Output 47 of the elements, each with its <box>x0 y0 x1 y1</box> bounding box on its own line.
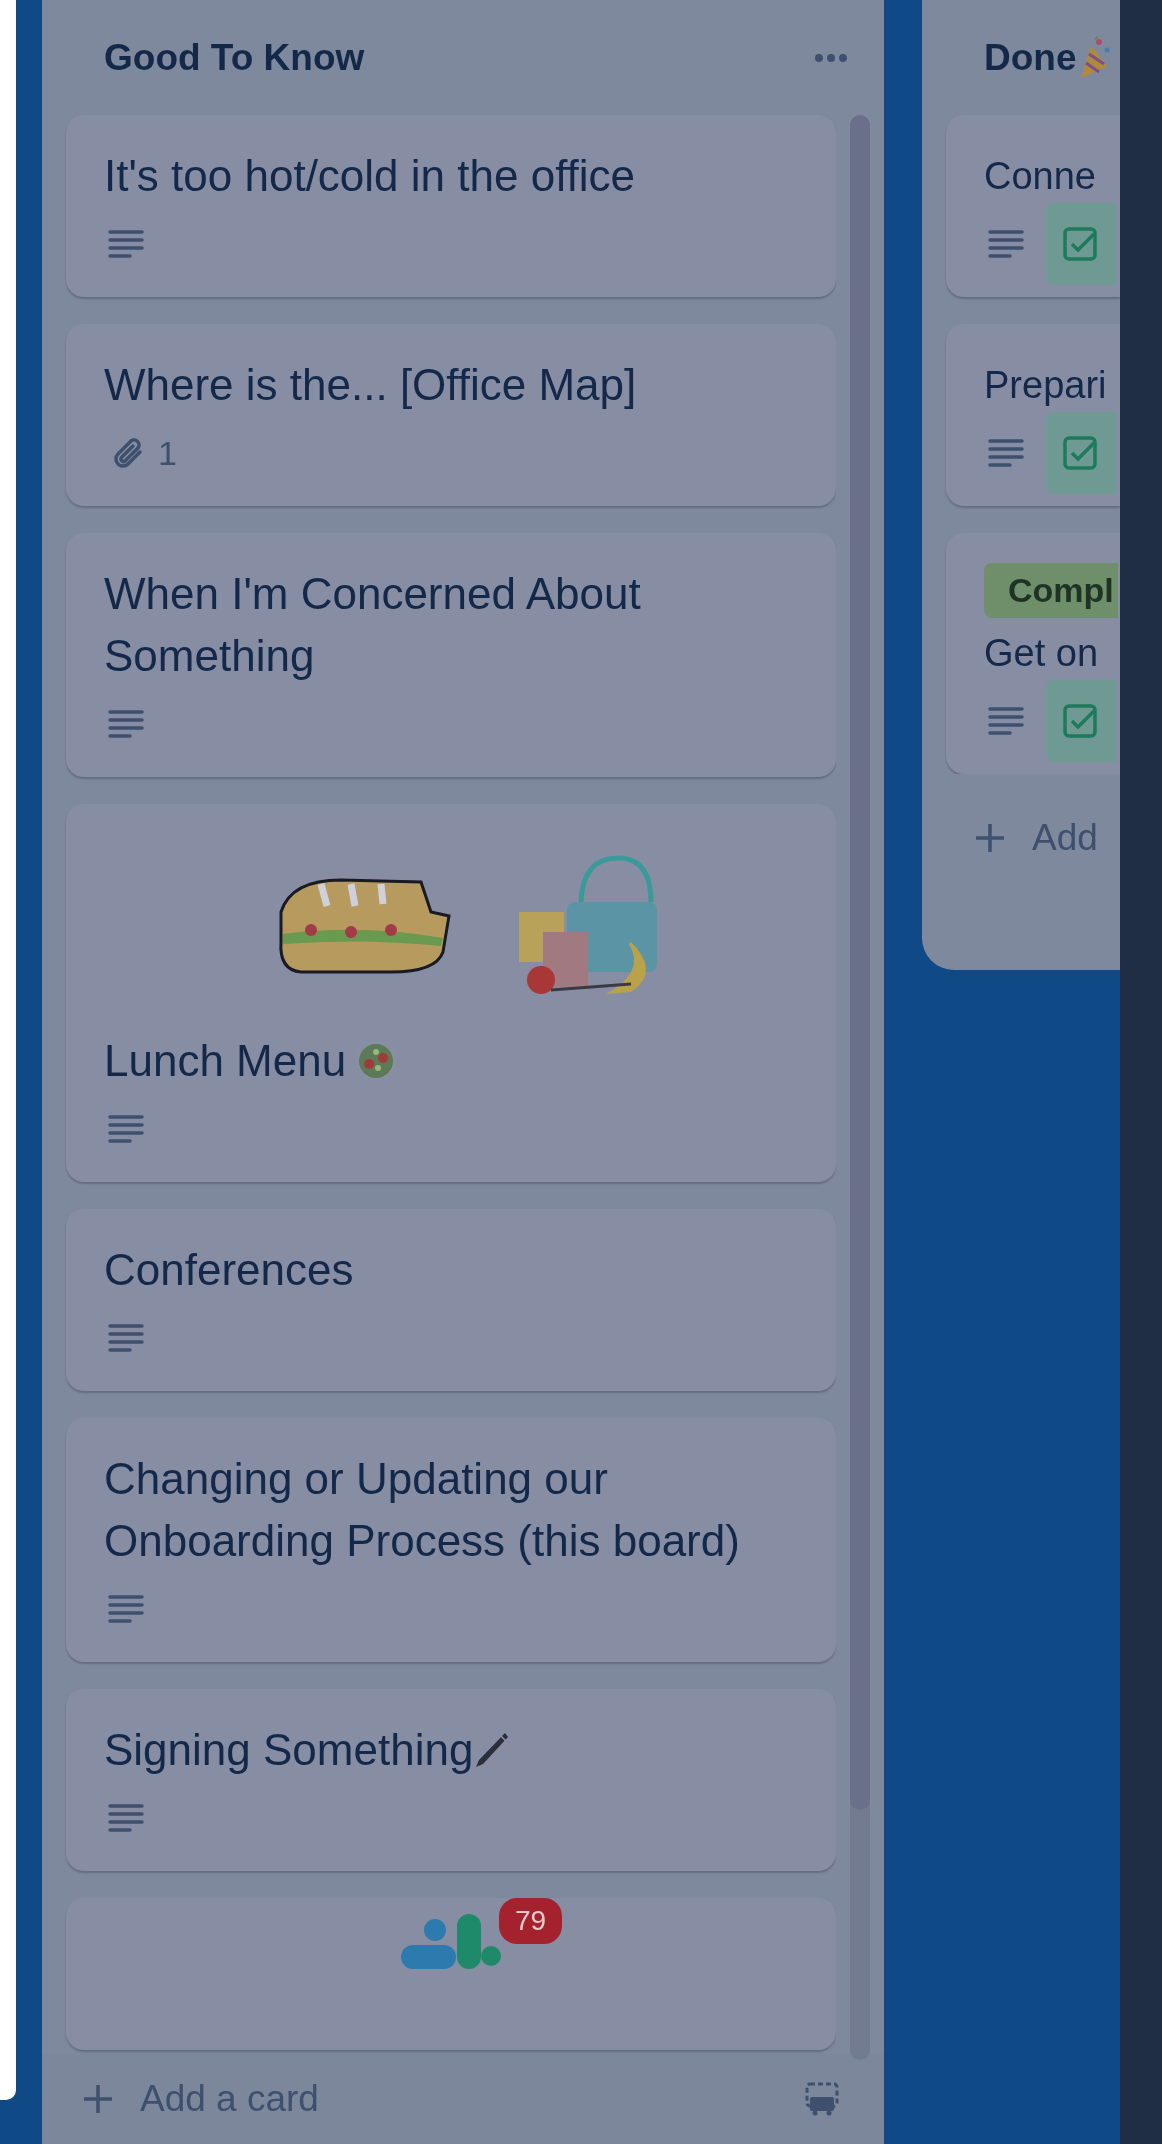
card-background[interactable]: Conferences <box>66 1209 836 1391</box>
card-label: Compl <box>984 563 1118 618</box>
card-title: Prepari <box>984 363 1107 408</box>
app-logo-icon <box>401 1914 501 1970</box>
description-icon <box>108 1803 144 1833</box>
checkbox-checked-icon <box>1062 435 1098 471</box>
description-icon <box>108 709 144 739</box>
add-card-button[interactable]: Add a card <box>82 2071 319 2127</box>
description-icon <box>108 1594 144 1624</box>
card-background[interactable]: When I'm Concerned About Something <box>66 533 836 777</box>
card-background[interactable]: 79 <box>66 1898 836 2050</box>
card-title: Changing or Updating our Onboarding Process (this board) <box>104 1453 741 1567</box>
description-icon <box>108 229 144 259</box>
card-title: Signing Something <box>104 1724 474 1776</box>
plus-icon <box>974 821 1006 854</box>
list-title: Good To Know <box>104 35 365 80</box>
description-icon <box>988 438 1024 468</box>
add-card-button[interactable]: Add <box>922 810 1120 866</box>
description-icon <box>988 229 1024 259</box>
card-background[interactable]: Changing or Updating our Onboarding Process (this board) <box>66 1418 836 1662</box>
plus-icon <box>82 2083 114 2115</box>
card-title: Get on <box>984 631 1099 676</box>
card-title: When I'm Concerned About Something <box>104 568 642 682</box>
more-icon <box>814 52 848 63</box>
card-title: Where is the... [Office Map] <box>104 359 637 411</box>
list-title: Done <box>984 35 1077 80</box>
checkbox-checked-icon <box>1062 226 1098 262</box>
card-title: Conferences <box>104 1244 354 1296</box>
description-icon <box>988 706 1024 736</box>
notification-count: 79 <box>499 1898 563 1944</box>
description-icon <box>108 1114 144 1144</box>
card-title: Lunch Menu <box>104 1035 347 1087</box>
checkbox-checked-icon <box>1062 703 1098 739</box>
attachment-count: 1 <box>158 432 177 474</box>
card-background[interactable]: It's too hot/cold in the office <box>66 115 836 297</box>
card-title: Conne <box>984 154 1096 199</box>
card-background[interactable]: Signing Something <box>66 1689 836 1871</box>
description-icon <box>108 1323 144 1353</box>
card-background[interactable]: Lunch Menu <box>66 804 836 1182</box>
card-background[interactable]: Compl Get on <box>946 533 1120 774</box>
card-background[interactable]: Where is the... [Office Map] 1 <box>66 324 836 506</box>
template-icon <box>804 2081 840 2117</box>
template-button[interactable] <box>804 2081 840 2117</box>
card-background[interactable]: Prepari <box>946 324 1120 506</box>
card-background[interactable]: Conne <box>946 115 1120 297</box>
more-button[interactable] <box>814 52 848 63</box>
card-title: It's too hot/cold in the office <box>104 150 636 202</box>
